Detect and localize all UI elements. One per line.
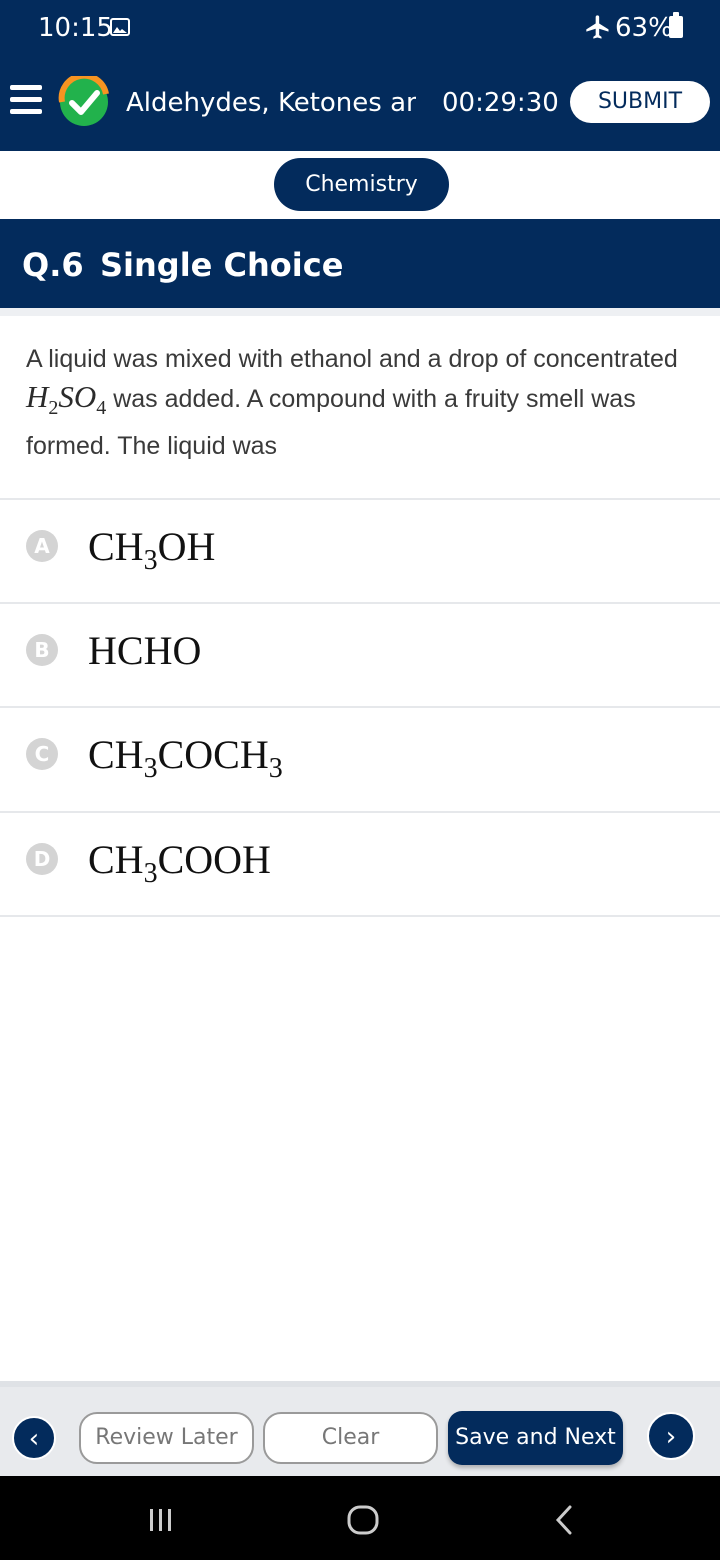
formula-subscript: 3 [143,858,158,889]
question-text-after: was added. A compound with a fruity smel… [26,385,636,461]
question-type: Single Choice [100,246,344,284]
option-c[interactable]: C CH3COCH3 [0,706,720,808]
formula-subscript: 3 [143,753,158,784]
formula-part: H [26,379,49,414]
gallery-icon [110,18,130,36]
formula-part: CH [88,837,144,882]
formula-part: HCHO [88,628,202,673]
home-icon[interactable] [346,1504,380,1536]
question-text-before: A liquid was mixed with ethanol and a dr… [26,345,678,373]
question-number: Q.6 [22,246,84,284]
formula-subscript: 4 [96,397,107,420]
option-text: CH3COCH3 [88,728,283,796]
formula-subscript: 3 [268,753,283,784]
formula-subscript: 3 [143,545,158,576]
airplane-icon [584,13,612,41]
formula-part: COCH [157,732,269,777]
submit-button[interactable]: SUBMIT [570,81,710,123]
battery-icon [669,12,683,38]
test-timer: 00:29:30 [442,88,559,118]
previous-question-button[interactable]: ‹ [12,1416,56,1460]
menu-icon[interactable] [10,85,42,119]
option-letter-badge: D [26,843,58,875]
save-and-next-button[interactable]: Save and Next [448,1411,623,1465]
action-bar: ‹ Review Later Clear Save and Next › [0,1381,720,1476]
option-a[interactable]: A CH3OH [0,498,720,600]
option-text: CH3COOH [88,833,271,901]
formula-part: SO [58,379,97,414]
divider [0,915,720,917]
option-b[interactable]: B HCHO [0,602,720,704]
recent-apps-icon[interactable] [146,1506,176,1534]
review-later-button[interactable]: Review Later [79,1412,254,1464]
app-logo-icon [58,72,110,128]
battery-percentage: 63% [615,13,673,43]
clear-button[interactable]: Clear [263,1412,438,1464]
chevron-right-icon: › [665,1422,677,1452]
option-text: CH3OH [88,520,215,588]
formula-part: OH [157,524,216,569]
chevron-left-icon: ‹ [28,1424,40,1454]
question-text: A liquid was mixed with ethanol and a dr… [26,340,696,465]
divider [0,308,720,316]
formula-h2so4: H2SO4 [26,379,106,419]
formula-part: CH [88,732,144,777]
option-letter-badge: A [26,530,58,562]
option-letter-badge: B [26,634,58,666]
next-question-button[interactable]: › [647,1412,695,1460]
subject-tab[interactable]: Chemistry [274,158,449,211]
formula-part: COOH [157,837,271,882]
status-time: 10:15 [38,13,113,43]
option-text: HCHO [88,624,201,678]
back-icon[interactable] [552,1504,576,1536]
formula-part: CH [88,524,144,569]
formula-subscript: 2 [48,397,59,420]
option-letter-badge: C [26,738,58,770]
chapter-title: Aldehydes, Ketones and [126,88,416,118]
system-navigation-bar [0,1476,720,1560]
option-d[interactable]: D CH3COOH [0,811,720,913]
